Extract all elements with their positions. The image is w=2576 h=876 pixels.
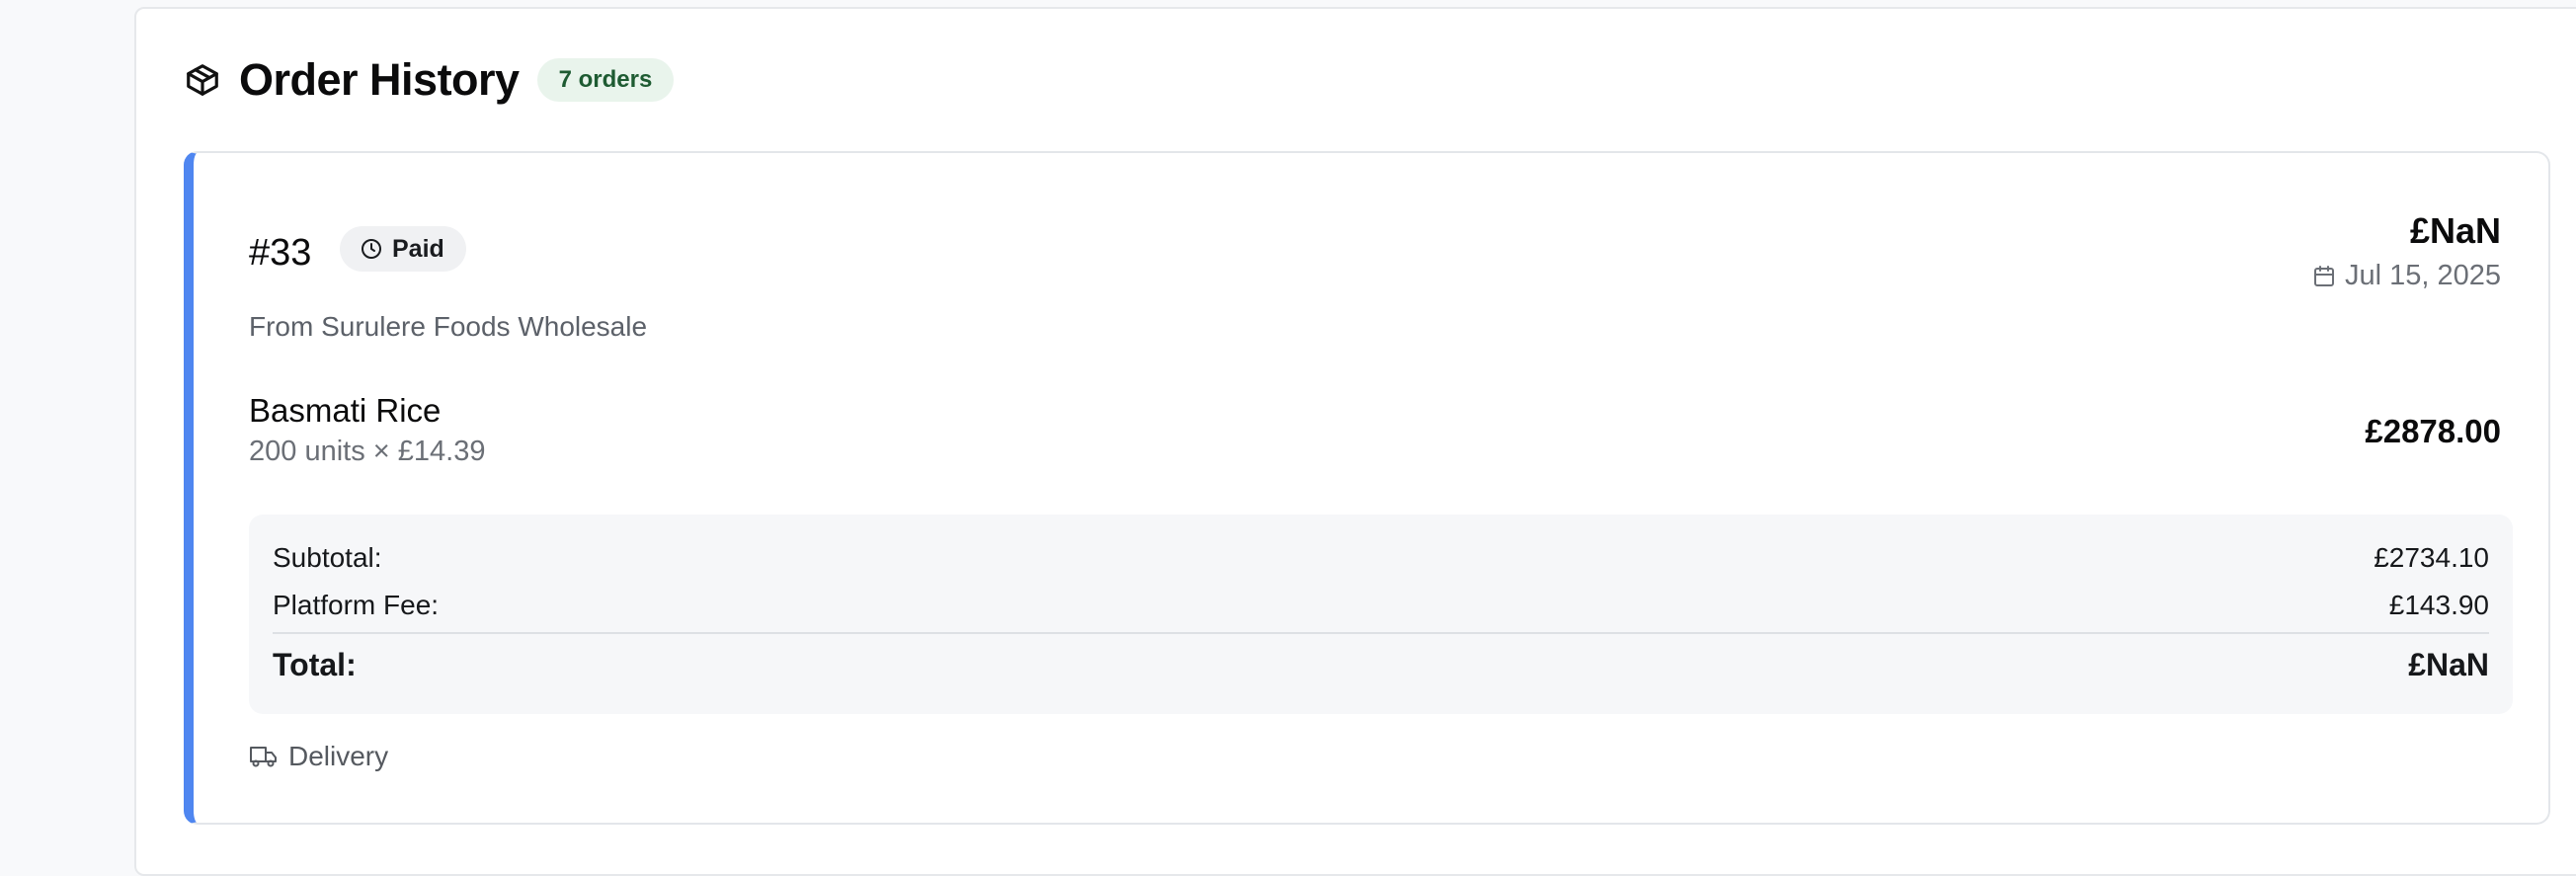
order-date: Jul 15, 2025 (2313, 260, 2501, 292)
total-value: £NaN (2408, 647, 2489, 682)
order-total: £NaN (2409, 210, 2501, 251)
order-number: #33 (249, 232, 312, 274)
item-quantity: 200 units × £14.39 (249, 436, 486, 467)
total-row: Total: £NaN (273, 647, 2489, 683)
platform-fee-value: £143.90 (2388, 590, 2489, 620)
fulfillment-method: Delivery (249, 741, 388, 772)
truck-icon (249, 744, 279, 769)
platform-fee-label: Platform Fee: (273, 590, 440, 620)
subtotal-value: £2734.10 (2374, 542, 2489, 573)
order-card[interactable]: #33 Paid £NaN Jul 15, 2025 From Surulere… (184, 151, 2550, 825)
subtotal-label: Subtotal: (273, 542, 382, 573)
order-history-header: Order History 7 orders (184, 51, 675, 109)
item-price: £2878.00 (2365, 413, 2501, 449)
calendar-icon (2313, 265, 2335, 288)
status-badge: Paid (340, 226, 466, 272)
clock-icon (360, 237, 383, 261)
subtotal-row: Subtotal: £2734.10 (273, 542, 2489, 574)
order-count-badge: 7 orders (536, 58, 675, 102)
status-label: Paid (392, 234, 444, 263)
page-title: Order History (239, 54, 520, 105)
total-label: Total: (273, 647, 357, 682)
order-summary: Subtotal: £2734.10 Platform Fee: £143.90… (249, 515, 2513, 714)
item-name: Basmati Rice (249, 392, 442, 429)
package-icon (184, 61, 221, 99)
supplier-name: From Surulere Foods Wholesale (249, 311, 648, 342)
platform-fee-row: Platform Fee: £143.90 (273, 590, 2489, 621)
fulfillment-label: Delivery (288, 741, 389, 771)
order-date-text: Jul 15, 2025 (2344, 260, 2501, 291)
summary-divider (273, 632, 2489, 634)
